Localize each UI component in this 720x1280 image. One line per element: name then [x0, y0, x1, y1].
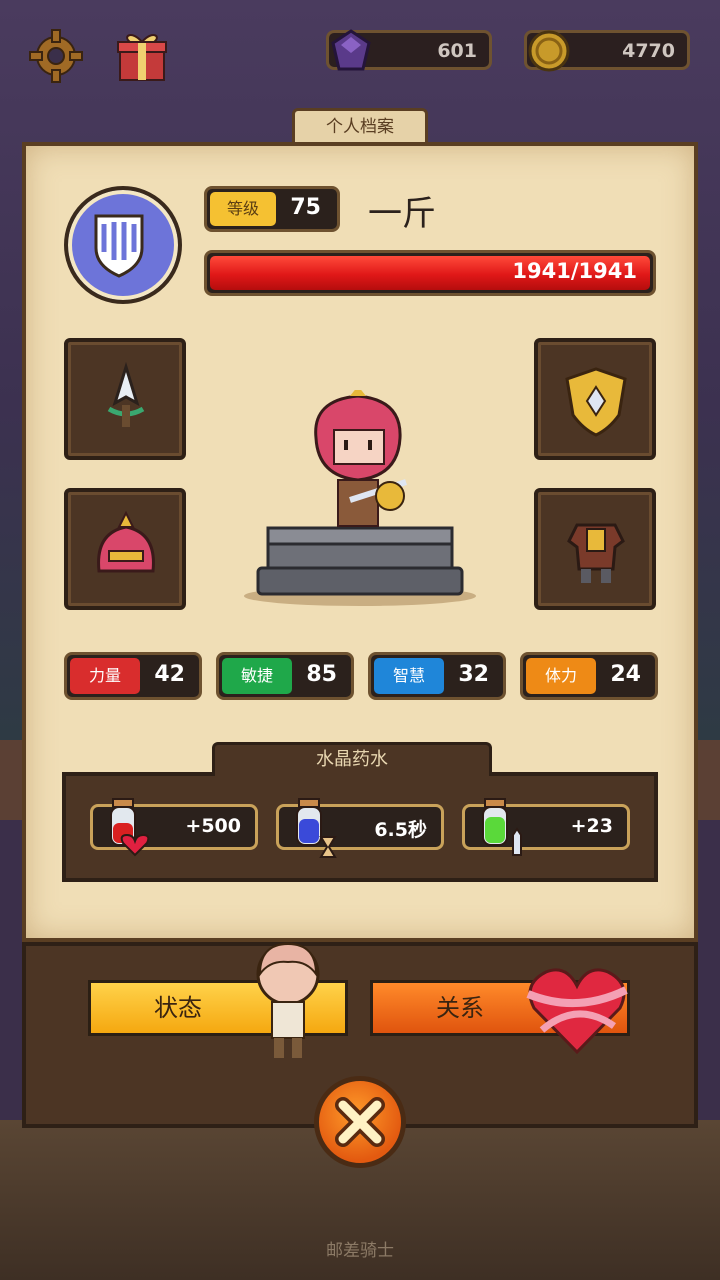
footer-title: 邮差骑士 [326, 1241, 394, 1261]
stat-wisdom: 智慧 32 [368, 652, 506, 700]
level-indicator: 等级 75 [204, 186, 340, 232]
profile-tab-title: 个人档案 [292, 108, 428, 144]
stat-strength: 力量 42 [64, 652, 202, 700]
stat-agility: 敏捷 85 [216, 652, 354, 700]
hp-bar: 1941/1941 [204, 250, 656, 296]
close-icon [335, 1097, 385, 1147]
green-potion-sword-icon [482, 798, 522, 856]
red-potion-heart-icon [110, 798, 150, 857]
gem-counter: 601 [326, 29, 492, 71]
hp-text: 1941/1941 [512, 259, 637, 283]
spear-icon [107, 361, 145, 427]
stat-stamina-label: 体力 [526, 658, 596, 694]
level-value: 75 [290, 195, 321, 220]
weapon-slot[interactable] [64, 338, 186, 460]
gold-counter: 4770 [524, 30, 690, 72]
gold-coin-icon [528, 30, 570, 72]
gift-icon[interactable] [114, 28, 170, 84]
purple-gem-icon [331, 29, 371, 71]
level-label: 等级 [210, 192, 276, 226]
relations-button-label: 关系 [436, 994, 484, 1022]
stat-agility-value: 85 [306, 662, 337, 687]
status-button-label: 状态 [154, 994, 202, 1022]
gear-icon[interactable] [28, 28, 84, 84]
stat-agility-label: 敏捷 [222, 658, 292, 694]
stat-wisdom-value: 32 [458, 662, 489, 687]
stat-wisdom-label: 智慧 [374, 658, 444, 694]
gold-count: 4770 [622, 40, 675, 62]
potion-hp[interactable]: +500 [90, 798, 258, 857]
gem-count: 601 [437, 40, 477, 62]
close-button[interactable] [314, 1076, 406, 1168]
golden-shield-icon [565, 367, 627, 437]
potion-speed-value: 6.5秒 [374, 819, 427, 841]
potion-hp-value: +500 [185, 815, 241, 837]
class-emblem-icon [64, 186, 182, 304]
player-name: 一斤 [368, 194, 436, 234]
potion-speed[interactable]: 6.5秒 [276, 798, 444, 858]
companion-character [248, 940, 328, 1064]
potion-attack-value: +23 [570, 815, 613, 837]
stat-stamina: 体力 24 [520, 652, 658, 700]
armor-icon [567, 523, 625, 583]
stat-strength-label: 力量 [70, 658, 140, 694]
heart-ribbon-icon [522, 960, 632, 1056]
shield-slot[interactable] [534, 338, 656, 460]
potion-attack[interactable]: +23 [462, 798, 630, 856]
helmet-icon [97, 510, 155, 573]
stat-strength-value: 42 [154, 662, 185, 687]
helmet-slot[interactable] [64, 488, 186, 610]
potion-panel-title: 水晶药水 [212, 742, 492, 776]
armor-slot[interactable] [534, 488, 656, 610]
blue-potion-hourglass-icon [296, 798, 337, 858]
character-display [240, 386, 480, 610]
stat-stamina-value: 24 [610, 662, 641, 687]
